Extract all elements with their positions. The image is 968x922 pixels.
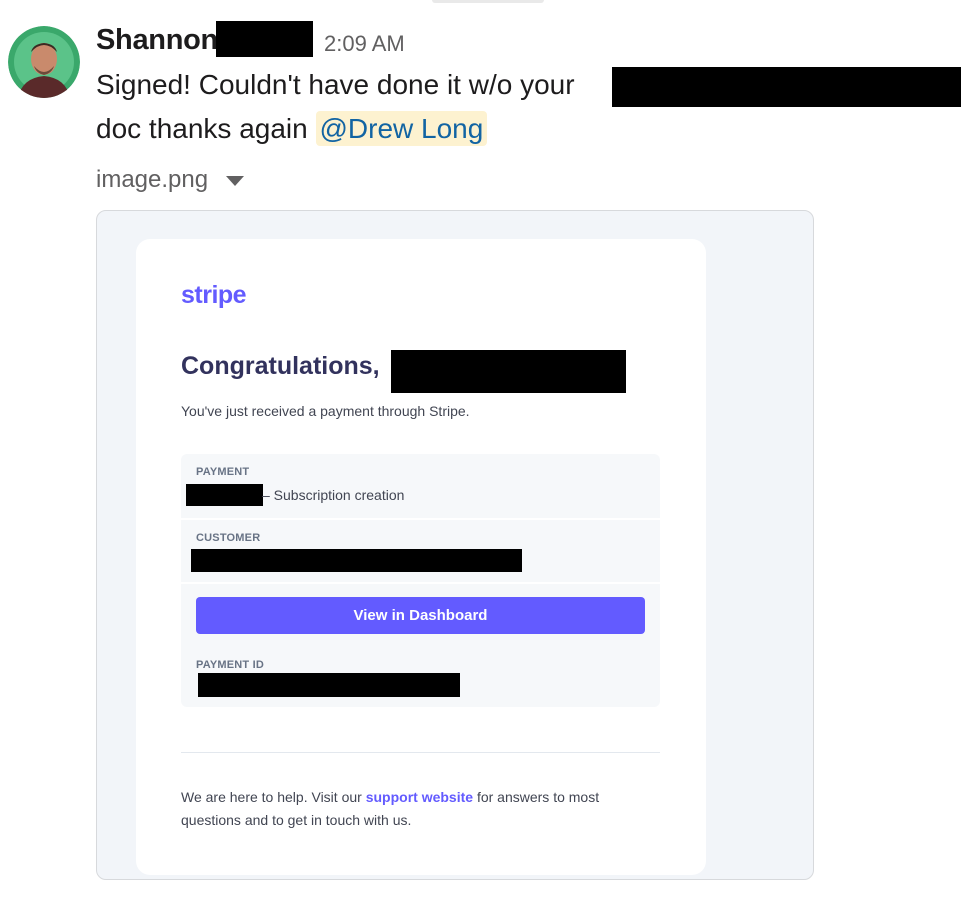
avatar-image bbox=[8, 26, 80, 98]
payment-value: – Subscription creation bbox=[262, 487, 405, 503]
redacted-payment-id bbox=[198, 673, 460, 697]
redacted-surname bbox=[216, 21, 313, 57]
sender-name[interactable]: Shannon bbox=[96, 24, 218, 57]
divider bbox=[181, 582, 660, 584]
message-text-1: Signed! Couldn't have done it w/o your bbox=[96, 69, 575, 100]
support-website-link[interactable]: support website bbox=[366, 789, 473, 805]
file-name[interactable]: image.png bbox=[96, 166, 208, 194]
redacted-amount bbox=[186, 484, 263, 506]
payment-label: PAYMENT bbox=[196, 466, 250, 478]
email-footer: We are here to help. Visit our support w… bbox=[181, 786, 651, 832]
message-text-2: doc thanks again bbox=[96, 113, 308, 144]
caret-down-icon[interactable] bbox=[226, 176, 245, 186]
redacted-doc-name bbox=[612, 67, 961, 107]
view-dashboard-button[interactable]: View in Dashboard bbox=[196, 597, 645, 634]
user-mention[interactable]: @Drew Long bbox=[315, 111, 488, 146]
avatar[interactable] bbox=[8, 26, 80, 98]
payment-id-label: PAYMENT ID bbox=[196, 659, 265, 671]
stripe-logo: stripe bbox=[181, 281, 247, 309]
file-header[interactable]: image.png bbox=[96, 166, 245, 194]
footer-text-before: We are here to help. Visit our bbox=[181, 789, 366, 805]
customer-label: CUSTOMER bbox=[196, 532, 261, 544]
divider bbox=[181, 518, 660, 520]
scroll-hint bbox=[432, 0, 544, 3]
footer-divider bbox=[181, 752, 660, 753]
redacted-customer bbox=[191, 549, 522, 572]
message-timestamp[interactable]: 2:09 AM bbox=[324, 31, 405, 57]
message-line-2: doc thanks again @Drew Long bbox=[96, 111, 488, 146]
email-heading: Congratulations, bbox=[181, 352, 380, 380]
message-line-1: Signed! Couldn't have done it w/o your bbox=[96, 69, 575, 101]
redacted-recipient bbox=[391, 350, 626, 393]
email-intro: You've just received a payment through S… bbox=[181, 403, 470, 419]
